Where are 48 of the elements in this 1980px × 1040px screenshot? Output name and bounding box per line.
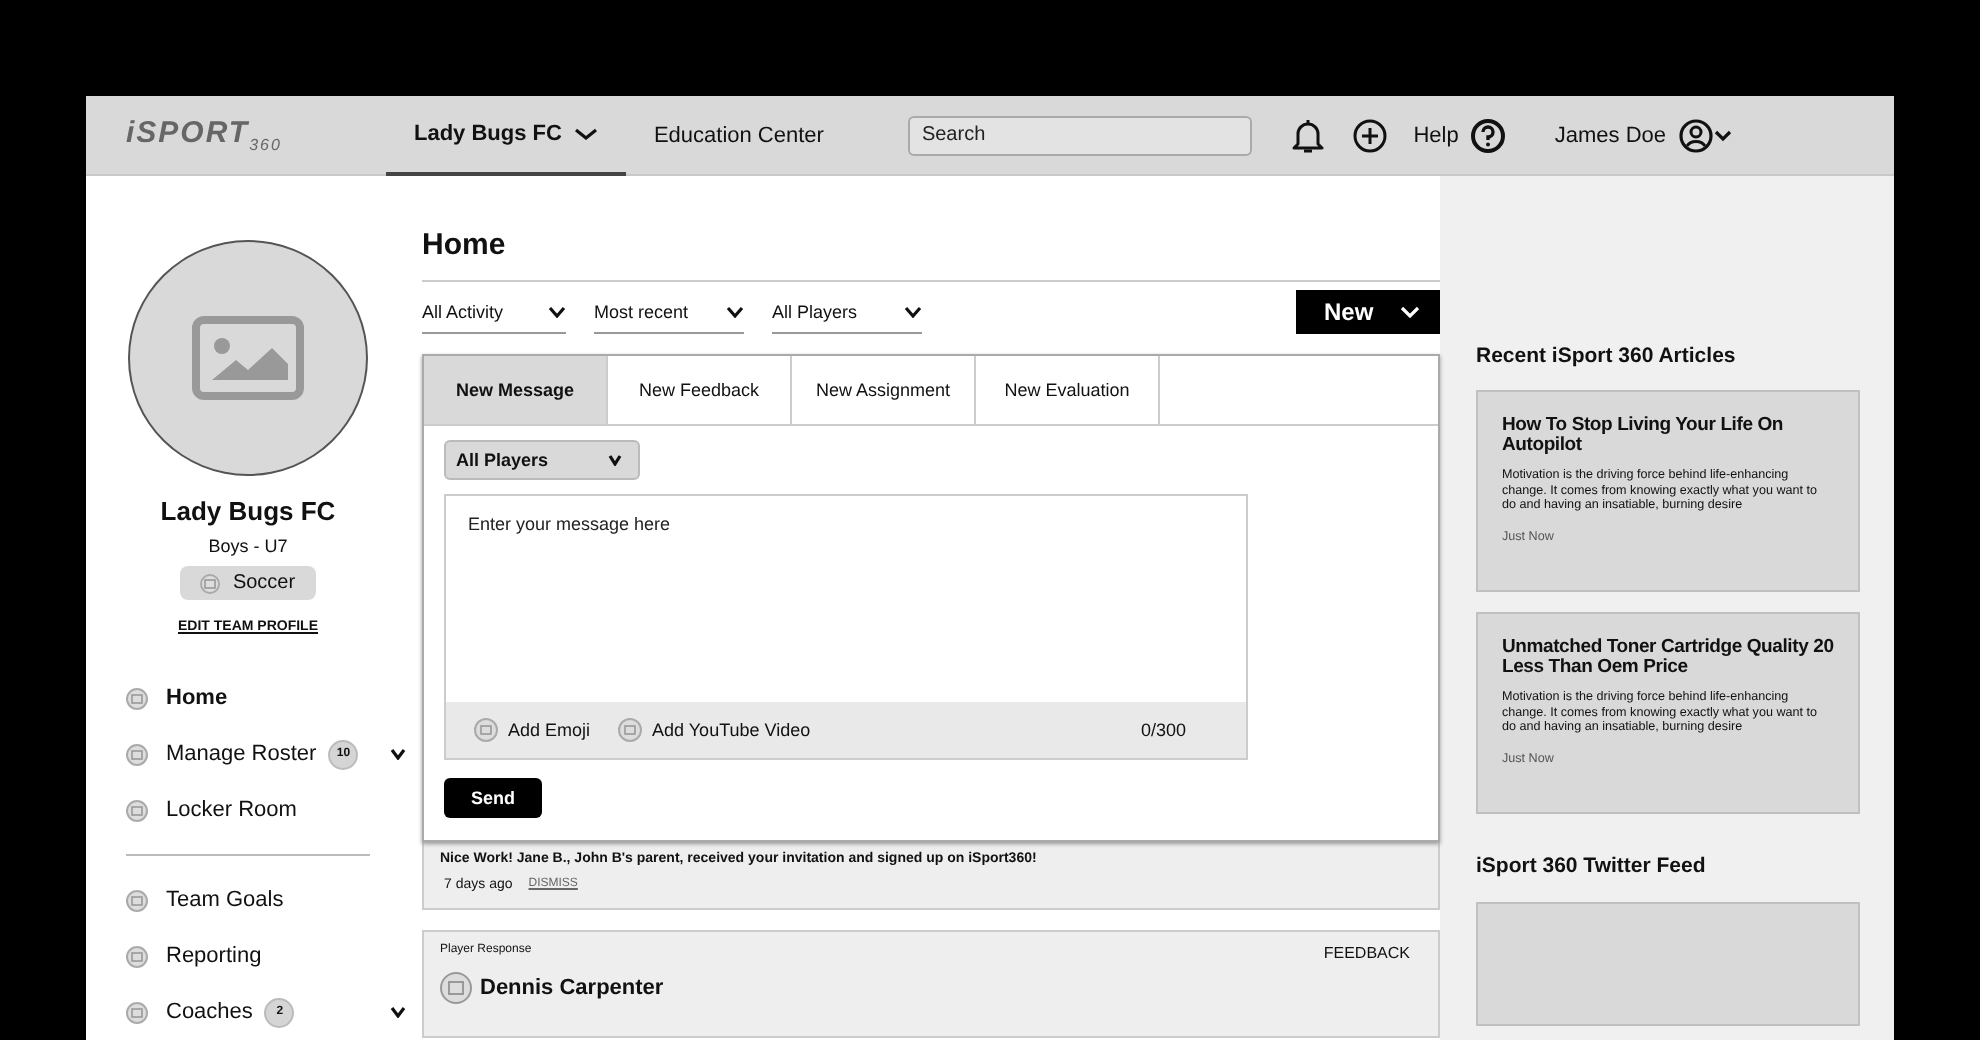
filter-dropdown[interactable]: All Players (772, 290, 922, 334)
message-field[interactable]: Enter your message here (444, 494, 1248, 702)
attach-button[interactable]: Add Emoji (474, 718, 591, 742)
bell-icon[interactable] (1291, 117, 1324, 153)
recipient-dropdown[interactable]: All Players (444, 440, 640, 480)
section-title: Recent iSport 360 Articles (1476, 344, 1738, 368)
chevron-down-icon (548, 305, 566, 317)
help-link[interactable]: Help (1413, 123, 1459, 147)
search-field[interactable]: Search (907, 115, 1252, 155)
sport-tag: Soccer (180, 566, 316, 600)
send-button[interactable]: Send (444, 778, 542, 818)
article-title[interactable]: Unmatched Toner Cartridge Quality 20 Less Than Oem Price (1502, 638, 1834, 678)
composer-tab[interactable]: New Evaluation (976, 356, 1160, 424)
chevron-down-icon (726, 305, 744, 317)
user-name[interactable]: James Doe (1554, 123, 1666, 147)
new-button[interactable]: New (1296, 290, 1440, 334)
filter-dropdown[interactable]: All Activity (422, 290, 566, 334)
chevron-down-icon (904, 305, 922, 317)
sidebar-item[interactable]: Home (126, 670, 406, 726)
chevron-down-icon[interactable] (390, 1006, 406, 1018)
composer-tab[interactable]: New Feedback (608, 356, 792, 424)
team-name: Lady Bugs FC (160, 496, 336, 526)
character-counter: 0/300 (1140, 720, 1188, 740)
nav-tab[interactable]: Education Center (625, 96, 852, 175)
logo: iSPORT$_{360}$ (124, 116, 284, 154)
sidebar-item[interactable]: Team Goals (126, 872, 406, 928)
composer-tab[interactable]: New Assignment (792, 356, 976, 424)
section-title: iSport 360 Twitter Feed (1476, 854, 1708, 878)
attach-button[interactable]: Add YouTube Video (618, 718, 811, 742)
filter-dropdown[interactable]: Most recent (594, 290, 744, 334)
page-title: Home (422, 228, 1440, 282)
post-tag: FEEDBACK (1323, 944, 1422, 962)
composer-tab[interactable]: New Message (424, 356, 608, 424)
article-card[interactable] (1476, 612, 1860, 814)
user-menu-icon[interactable] (1678, 117, 1734, 153)
avatar-icon (440, 972, 472, 1004)
chevron-down-icon (1400, 306, 1420, 318)
help-icon[interactable] (1470, 117, 1507, 153)
chevron-down-icon (608, 454, 622, 466)
sidebar-item[interactable]: Locker Room (126, 782, 406, 838)
article-title[interactable]: How To Stop Living Your Life On Autopilot (1502, 416, 1834, 456)
chevron-down-icon[interactable] (390, 748, 406, 760)
author-name: Dennis Carpenter (480, 976, 664, 1000)
sidebar-item[interactable]: Reporting (126, 928, 406, 984)
article-card[interactable] (1476, 390, 1860, 592)
nav-tab[interactable]: Lady Bugs FC (386, 96, 626, 175)
add-icon[interactable] (1351, 117, 1388, 153)
team-division: Boys - U7 (208, 536, 288, 556)
